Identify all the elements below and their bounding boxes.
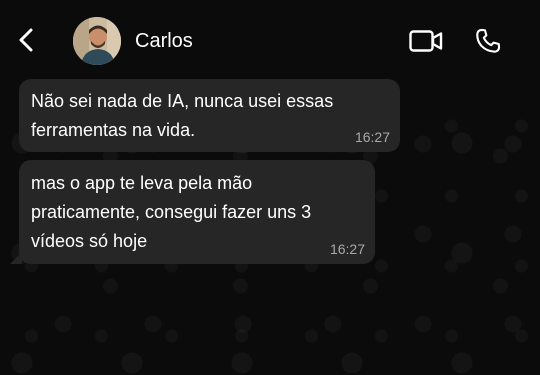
message-text: mas o app te leva pela mão praticamente,… — [31, 173, 312, 251]
message-bubble[interactable]: mas o app te leva pela mão praticamente,… — [10, 160, 375, 264]
avatar-photo — [73, 17, 121, 65]
voice-call-button[interactable] — [472, 26, 504, 56]
avatar[interactable] — [73, 17, 121, 65]
contact-name[interactable]: Carlos — [135, 29, 193, 53]
message-timestamp: 16:27 — [354, 129, 390, 145]
message-timestamp: 16:27 — [329, 241, 365, 257]
back-button[interactable] — [12, 26, 40, 54]
bubble-tail — [10, 252, 22, 264]
chat-header: Carlos — [0, 0, 540, 80]
message-text: Não sei nada de IA, nunca usei essas fer… — [31, 91, 334, 140]
video-camera-icon — [409, 30, 443, 52]
message-bubble[interactable]: Não sei nada de IA, nunca usei essas fer… — [19, 79, 400, 152]
chevron-left-icon — [19, 28, 33, 52]
video-call-button[interactable] — [408, 28, 444, 54]
phone-icon — [476, 28, 501, 53]
